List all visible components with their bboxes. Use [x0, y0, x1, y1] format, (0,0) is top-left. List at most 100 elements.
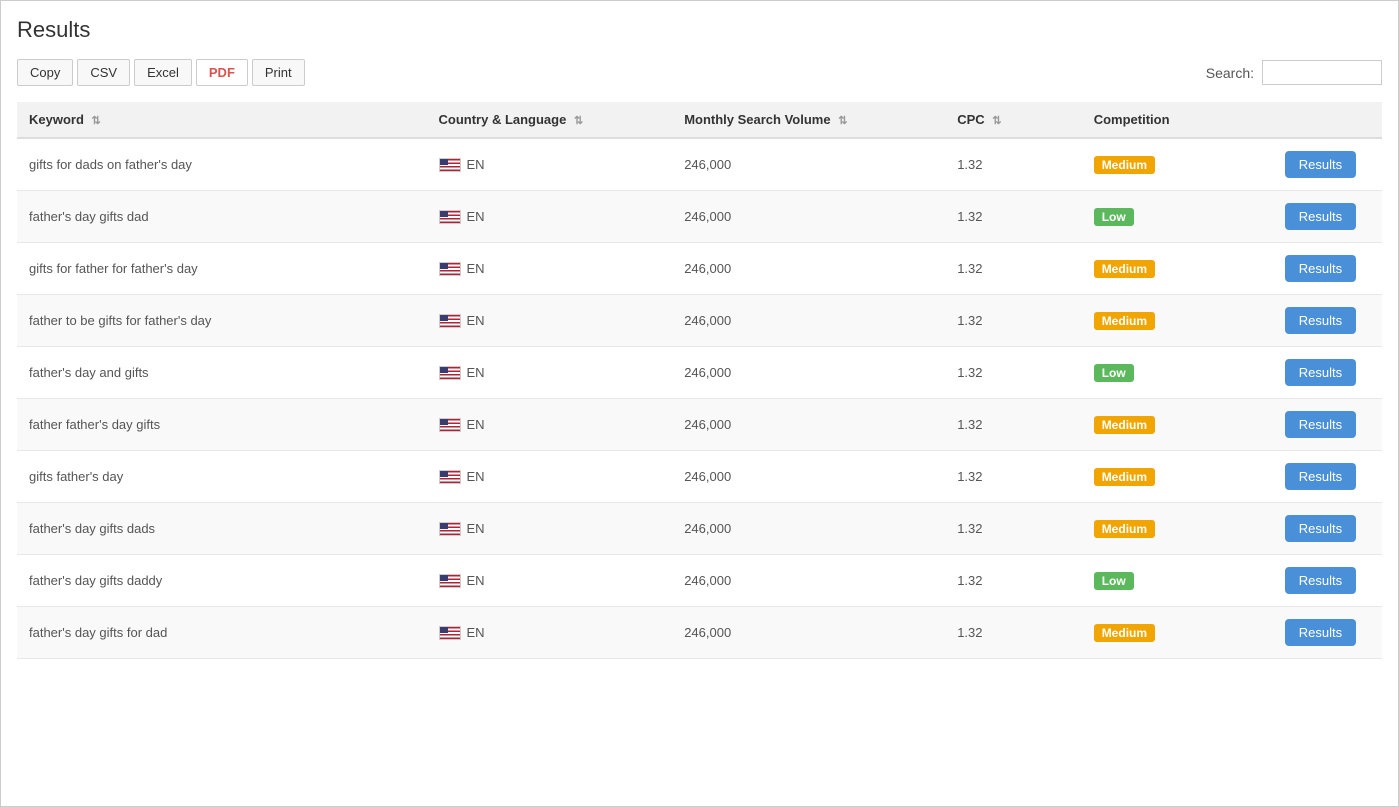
competition-badge: Low	[1094, 208, 1134, 226]
cpc-cell: 1.32	[945, 243, 1082, 295]
country-label: EN	[467, 313, 485, 328]
us-flag-icon	[439, 470, 461, 484]
competition-badge: Low	[1094, 364, 1134, 382]
action-cell: Results	[1273, 191, 1382, 243]
country-cell: EN	[427, 295, 673, 347]
keyword-cell: father's day gifts for dad	[17, 607, 427, 659]
print-button[interactable]: Print	[252, 59, 305, 86]
table-row: father's day and giftsEN246,0001.32LowRe…	[17, 347, 1382, 399]
csv-button[interactable]: CSV	[77, 59, 130, 86]
table-row: father's day gifts for dad EN 246,0001.32 M…	[17, 607, 1382, 659]
country-label: EN	[467, 157, 485, 172]
col-action	[1273, 102, 1382, 138]
keyword-cell: father's day gifts daddy	[17, 555, 427, 607]
country-cell: EN	[427, 138, 673, 191]
country-label: EN	[467, 209, 485, 224]
country-cell: EN	[427, 399, 673, 451]
cpc-cell: 1.32	[945, 138, 1082, 191]
col-volume[interactable]: Monthly Search Volume ⇅	[672, 102, 945, 138]
col-competition[interactable]: Competition	[1082, 102, 1273, 138]
export-buttons: Copy CSV Excel PDF Print	[17, 59, 305, 86]
action-cell: Results	[1273, 451, 1382, 503]
results-button[interactable]: Results	[1285, 567, 1356, 594]
results-button[interactable]: Results	[1285, 411, 1356, 438]
competition-cell: Low	[1082, 191, 1273, 243]
us-flag-icon	[439, 314, 461, 328]
country-cell: EN	[427, 243, 673, 295]
us-flag-icon	[439, 522, 461, 536]
competition-badge: Low	[1094, 572, 1134, 590]
volume-cell: 246,000	[672, 399, 945, 451]
keyword-cell: father's day gifts dad	[17, 191, 427, 243]
results-button[interactable]: Results	[1285, 307, 1356, 334]
excel-button[interactable]: Excel	[134, 59, 192, 86]
table-body: gifts for dads on father's dayEN246,0001…	[17, 138, 1382, 659]
sort-country-icon: ⇅	[574, 114, 583, 127]
copy-button[interactable]: Copy	[17, 59, 73, 86]
table-row: father father's day gifts EN 246,0001.32Me…	[17, 399, 1382, 451]
competition-cell: Medium	[1082, 399, 1273, 451]
results-button[interactable]: Results	[1285, 203, 1356, 230]
volume-cell: 246,000	[672, 607, 945, 659]
cpc-cell: 1.32	[945, 399, 1082, 451]
country-label: EN	[467, 417, 485, 432]
action-cell: Results	[1273, 503, 1382, 555]
volume-cell: 246,000	[672, 503, 945, 555]
table-row: father to be gifts for father's dayEN246…	[17, 295, 1382, 347]
search-area: Search:	[1206, 60, 1382, 85]
table-row: gifts for dads on father's dayEN246,0001…	[17, 138, 1382, 191]
us-flag-icon	[439, 366, 461, 380]
search-input[interactable]	[1262, 60, 1382, 85]
results-button[interactable]: Results	[1285, 255, 1356, 282]
col-cpc[interactable]: CPC ⇅	[945, 102, 1082, 138]
us-flag-icon	[439, 626, 461, 640]
competition-badge: Medium	[1094, 624, 1155, 642]
results-button[interactable]: Results	[1285, 515, 1356, 542]
results-button[interactable]: Results	[1285, 359, 1356, 386]
results-button[interactable]: Results	[1285, 619, 1356, 646]
table-row: father's day gifts dadsEN246,0001.32 Medi…	[17, 503, 1382, 555]
cpc-cell: 1.32	[945, 503, 1082, 555]
country-cell: EN	[427, 555, 673, 607]
col-country[interactable]: Country & Language ⇅	[427, 102, 673, 138]
action-cell: Results	[1273, 399, 1382, 451]
country-label: EN	[467, 625, 485, 640]
us-flag-icon	[439, 210, 461, 224]
keyword-cell: father father's day gifts	[17, 399, 427, 451]
action-cell: Results	[1273, 138, 1382, 191]
country-cell: EN	[427, 191, 673, 243]
competition-cell: Medium	[1082, 295, 1273, 347]
col-keyword[interactable]: Keyword ⇅	[17, 102, 427, 138]
competition-badge: Medium	[1094, 520, 1155, 538]
country-label: EN	[467, 261, 485, 276]
results-table: Keyword ⇅ Country & Language ⇅ Monthly S…	[17, 102, 1382, 659]
country-cell: EN	[427, 347, 673, 399]
results-button[interactable]: Results	[1285, 151, 1356, 178]
volume-cell: 246,000	[672, 191, 945, 243]
sort-volume-icon: ⇅	[838, 114, 847, 127]
page-title: Results	[17, 17, 1382, 43]
competition-cell: Low	[1082, 347, 1273, 399]
competition-badge: Medium	[1094, 260, 1155, 278]
table-row: father's day gifts dadEN246,0001.32LowRe…	[17, 191, 1382, 243]
competition-cell: Medium	[1082, 138, 1273, 191]
volume-cell: 246,000	[672, 555, 945, 607]
table-row: father's day gifts daddy EN 246,0001.32 Low…	[17, 555, 1382, 607]
keyword-cell: gifts father's day	[17, 451, 427, 503]
volume-cell: 246,000	[672, 295, 945, 347]
results-button[interactable]: Results	[1285, 463, 1356, 490]
country-cell: EN	[427, 503, 673, 555]
cpc-cell: 1.32	[945, 555, 1082, 607]
volume-cell: 246,000	[672, 243, 945, 295]
cpc-cell: 1.32	[945, 451, 1082, 503]
country-cell: EN	[427, 451, 673, 503]
volume-cell: 246,000	[672, 138, 945, 191]
competition-cell: Medium	[1082, 243, 1273, 295]
keyword-cell: father's day gifts dads	[17, 503, 427, 555]
cpc-cell: 1.32	[945, 607, 1082, 659]
cpc-cell: 1.32	[945, 295, 1082, 347]
volume-cell: 246,000	[672, 451, 945, 503]
pdf-button[interactable]: PDF	[196, 59, 248, 86]
country-label: EN	[467, 573, 485, 588]
competition-cell: Medium	[1082, 607, 1273, 659]
